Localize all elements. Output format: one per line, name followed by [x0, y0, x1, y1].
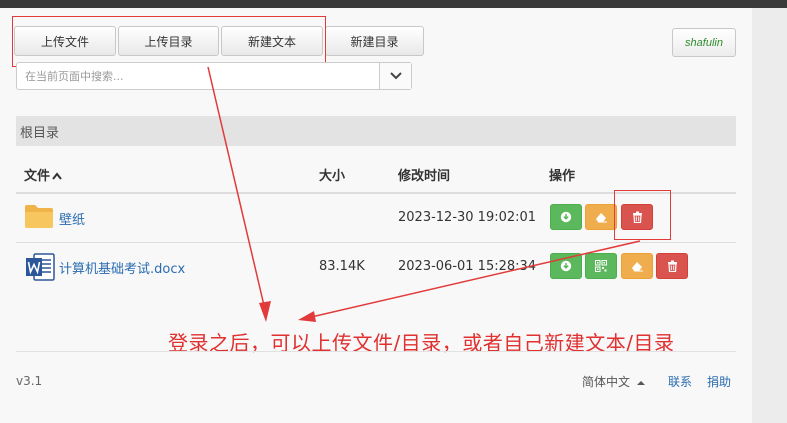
contact-link[interactable]: 联系: [668, 373, 692, 390]
language-label: 简体中文: [582, 375, 631, 389]
version-label: v3.1: [16, 374, 43, 388]
language-selector[interactable]: 简体中文: [582, 373, 645, 390]
annotation-arrows: [207, 66, 641, 322]
donate-link[interactable]: 捐助: [707, 373, 731, 390]
footer-divider: [16, 351, 736, 352]
caret-up-icon: [636, 381, 645, 385]
